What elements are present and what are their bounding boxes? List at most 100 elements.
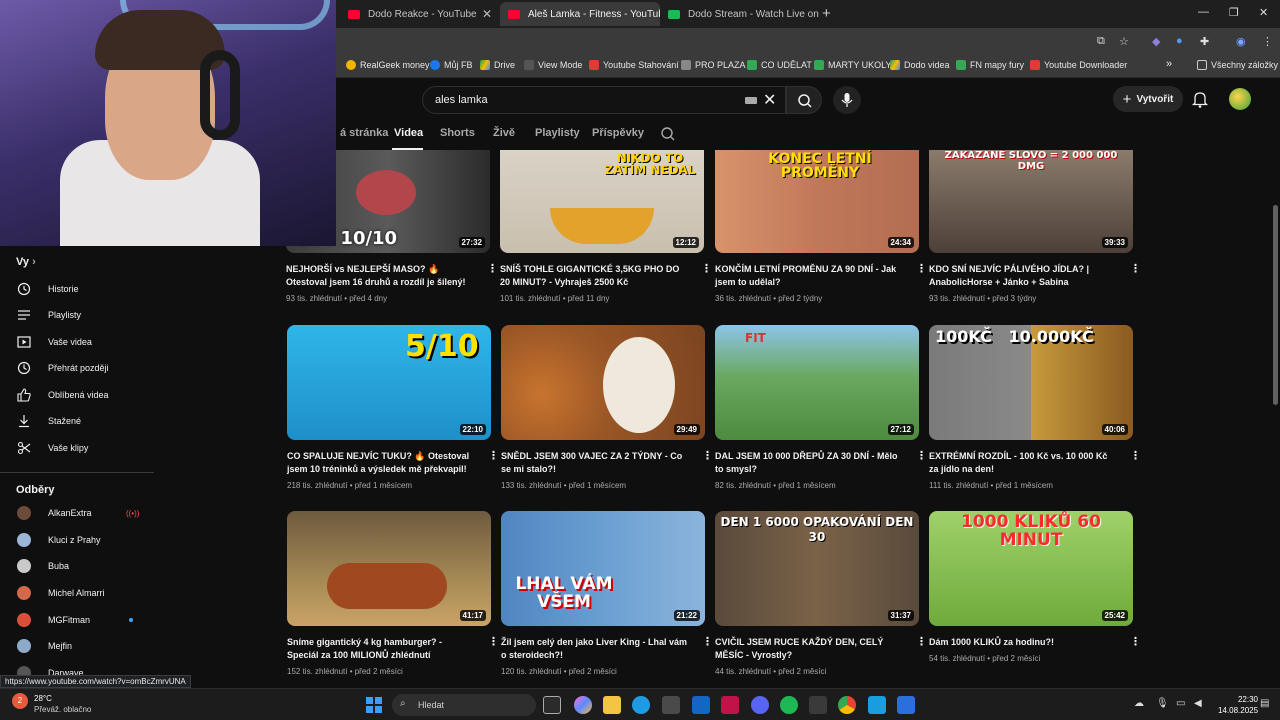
more-options-icon[interactable]: ⋮ [488, 449, 499, 462]
sidebar-item-downloads[interactable]: Stažené [0, 408, 160, 434]
bookmark-facebook[interactable]: Můj FB [430, 60, 473, 70]
video-title[interactable]: SNÍŠ TOHLE GIGANTICKÉ 3,5KG PHO DO 20 MI… [500, 263, 688, 289]
video-thumbnail[interactable]: 29:49 [501, 325, 705, 440]
more-options-icon[interactable]: ⋮ [1130, 262, 1141, 275]
restore-icon[interactable]: ❐ [1229, 6, 1239, 19]
video-title[interactable]: CVIČIL JSEM RUCE KAŽDÝ DEN, CELÝ MĚSÍC -… [715, 636, 903, 662]
search-button[interactable] [786, 86, 822, 114]
video-card[interactable]: ZAKÁZANÉ SLOVO = 2 000 000 DMG 39:33 ⋮ K… [929, 150, 1141, 303]
tab-playlists[interactable]: Playlisty [535, 127, 580, 139]
tab-dodo-stream[interactable]: Dodo Stream - Watch Live on K ✕ [660, 2, 820, 26]
sub-buba[interactable]: Buba [0, 553, 160, 579]
windows-start-icon[interactable] [366, 697, 382, 713]
bookmark-yt-downloader[interactable]: Youtube Downloader [1030, 60, 1127, 70]
all-bookmarks[interactable]: Všechny záložky [1197, 60, 1278, 70]
video-thumbnail[interactable]: KONEC LETNÍ PROMĚNY 24:34 [715, 150, 919, 253]
bookmark-dodo-videa[interactable]: Dodo videa [890, 60, 950, 70]
close-icon[interactable]: ✕ [482, 7, 492, 21]
account-avatar[interactable] [1229, 88, 1251, 110]
video-thumbnail[interactable]: DEN 1 6000 OPAKOVÁNÍ DEN 30 31:37 [715, 511, 919, 626]
more-options-icon[interactable]: ⋮ [1130, 449, 1141, 462]
tab-ales-lamka[interactable]: Aleš Lamka - Fitness - YouTube ✕ [500, 2, 660, 26]
outlook-icon[interactable] [692, 696, 710, 714]
chrome-icon[interactable] [838, 696, 856, 714]
bookmark-fn-mapy[interactable]: FN mapy fury [956, 60, 1024, 70]
next-app-icon[interactable] [721, 696, 739, 714]
more-bookmarks[interactable]: » [1166, 58, 1172, 70]
create-button[interactable]: + Vytvořit [1113, 86, 1183, 112]
video-card[interactable]: 1000 KLIKŮ 60 MINUT 25:42 ⋮ Dám 1000 KLI… [929, 511, 1141, 663]
tab-posts[interactable]: Příspěvky [592, 127, 644, 139]
more-options-icon[interactable]: ⋮ [916, 449, 927, 462]
video-card[interactable]: DEN 1 6000 OPAKOVÁNÍ DEN 30 31:37 ⋮ CVIČ… [715, 511, 927, 676]
sub-kluci-z-prahy[interactable]: Kluci z Prahy [0, 527, 160, 553]
notifications-bell-icon[interactable] [1192, 90, 1208, 108]
minimize-icon[interactable]: — [1198, 6, 1209, 18]
bookmark-drive[interactable]: Drive [480, 60, 515, 70]
store-icon[interactable] [662, 696, 680, 714]
menu-icon[interactable]: ⋮ [1262, 35, 1273, 48]
bookmark-yt-stahovani[interactable]: Youtube Stahování [589, 60, 679, 70]
video-thumbnail[interactable]: NIKDO TO ZATÍM NEDAL 12:12 [500, 150, 704, 253]
video-title[interactable]: KONČÍM LETNÍ PROMĚNU ZA 90 DNÍ - Jak jse… [715, 263, 903, 289]
more-options-icon[interactable]: ⋮ [702, 449, 713, 462]
video-thumbnail[interactable]: 1000 KLIKŮ 60 MINUT 25:42 [929, 511, 1133, 626]
more-options-icon[interactable]: ⋮ [487, 262, 498, 275]
profile-icon[interactable]: ◉ [1236, 35, 1246, 48]
video-thumbnail[interactable]: 41:17 [287, 511, 491, 626]
tab-dodo-reakce[interactable]: Dodo Reakce - YouTube ✕ [340, 2, 500, 26]
page-scrollbar[interactable] [1271, 150, 1280, 688]
notification-center-icon[interactable]: ▤ [1260, 698, 1269, 709]
puzzle-icon[interactable]: ✚ [1200, 35, 1209, 48]
discord-icon[interactable] [751, 696, 769, 714]
video-thumbnail[interactable]: FIT 27:12 [715, 325, 919, 440]
video-card[interactable]: FIT 27:12 ⋮ DAL JSEM 10 000 DŘEPŮ ZA 30 … [715, 325, 927, 490]
tab-shorts[interactable]: Shorts [440, 127, 475, 139]
sub-mejfin[interactable]: Mejfin [0, 633, 160, 659]
task-view-icon[interactable] [543, 696, 561, 714]
video-title[interactable]: DAL JSEM 10 000 DŘEPŮ ZA 30 DNÍ - Mělo t… [715, 450, 903, 476]
video-title[interactable]: Dám 1000 KLIKŮ za hodinu?! [929, 636, 1117, 649]
video-title[interactable]: NEJHORŠÍ vs NEJLEPŠÍ MASO? 🔥 Otestoval j… [286, 263, 474, 289]
video-thumbnail[interactable]: LHAL VÁM VŠEM 21:22 [501, 511, 705, 626]
sub-mgfitman[interactable]: MGFitman [0, 607, 160, 633]
video-card[interactable]: 100KČ 10.000KČ 40:06 ⋮ EXTRÉMNÍ ROZDÍL -… [929, 325, 1141, 490]
video-card[interactable]: 29:49 ⋮ SNĚDL JSEM 300 VAJEC ZA 2 TÝDNY … [501, 325, 713, 490]
sidebar-item-liked[interactable]: Oblíbená videa [0, 382, 160, 408]
system-clock[interactable]: 22:30 14.08.2025 [1218, 694, 1258, 716]
install-icon[interactable]: ⧉ [1097, 35, 1105, 48]
sidebar-item-clips[interactable]: Vaše klipy [0, 435, 160, 461]
video-title[interactable]: SNĚDL JSEM 300 VAJEC ZA 2 TÝDNY - Co se … [501, 450, 689, 476]
video-thumbnail[interactable]: ZAKÁZANÉ SLOVO = 2 000 000 DMG 39:33 [929, 150, 1133, 253]
bookmark-view-mode[interactable]: View Mode [524, 60, 582, 70]
app-icon[interactable] [868, 696, 886, 714]
app-icon[interactable] [809, 696, 827, 714]
network-icon[interactable]: ▭ [1176, 698, 1185, 709]
video-card[interactable]: NIKDO TO ZATÍM NEDAL 12:12 ⋮ SNÍŠ TOHLE … [500, 150, 712, 303]
sidebar-item-watch-later[interactable]: Přehrát později [0, 355, 160, 381]
video-thumbnail[interactable]: 5/10 22:10 [287, 325, 491, 440]
weather-temperature[interactable]: 28°C [34, 694, 52, 703]
voice-search-button[interactable] [833, 86, 861, 114]
video-card[interactable]: 41:17 ⋮ Sníme gigantický 4 kg hamburger?… [287, 511, 499, 676]
video-title[interactable]: Žil jsem celý den jako Liver King - Lhal… [501, 636, 689, 662]
video-title[interactable]: KDO SNÍ NEJVÍC PÁLIVÉHO JÍDLA? | Anaboli… [929, 263, 1117, 289]
taskbar-search[interactable]: ⌕ Hledat [392, 694, 536, 716]
volume-icon[interactable]: ◀ [1194, 698, 1202, 709]
weather-badge[interactable]: 2 [12, 693, 28, 709]
video-card[interactable]: 5/10 22:10 ⋮ CO SPALUJE NEJVÍC TUKU? 🔥 O… [287, 325, 499, 490]
bookmark-realgeek[interactable]: RealGeek money [346, 60, 430, 70]
cloud-icon[interactable]: ☁ [1134, 698, 1144, 709]
sidebar-you-heading[interactable]: Vy › [16, 256, 36, 268]
sidebar-item-playlists[interactable]: Playlisty [0, 302, 160, 328]
sidebar-item-history[interactable]: Historie [0, 276, 160, 302]
sub-michel-almarri[interactable]: Michel Almarri [0, 580, 160, 606]
vpn-icon[interactable]: ● [1176, 35, 1183, 47]
more-options-icon[interactable]: ⋮ [1130, 635, 1141, 648]
close-window-icon[interactable]: ✕ [1259, 6, 1268, 19]
tab-videos[interactable]: Videa [394, 127, 423, 139]
keyboard-icon[interactable] [745, 97, 757, 104]
new-tab-icon[interactable]: + [822, 5, 831, 22]
bookmark-pro-plaza[interactable]: PRO PLAZA [681, 60, 746, 70]
extension-icon[interactable]: ◆ [1152, 35, 1160, 48]
